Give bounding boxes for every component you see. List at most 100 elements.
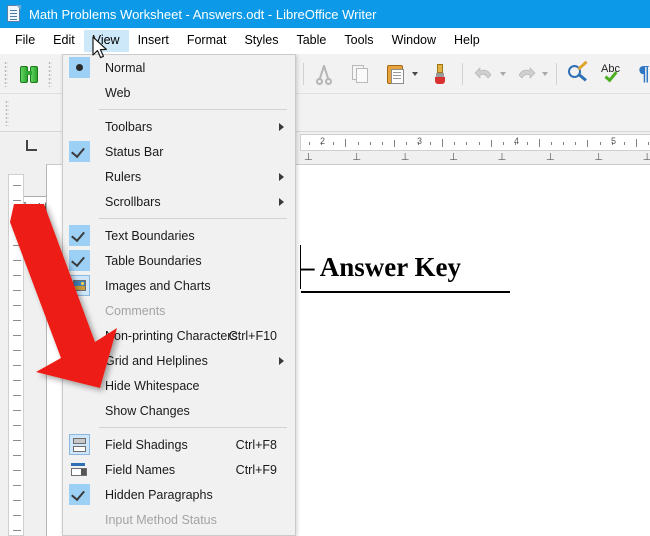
window-title: Math Problems Worksheet - Answers.odt - … — [29, 6, 377, 22]
vruler-tick — [13, 500, 21, 501]
menubar-item-file[interactable]: File — [6, 30, 44, 52]
submenu-arrow-icon — [279, 197, 284, 206]
menu-item-hidden-paragraphs[interactable]: Hidden Paragraphs — [63, 482, 295, 507]
libreoffice-writer-window: Math Problems Worksheet - Answers.odt - … — [0, 0, 650, 536]
menu-item-label: Web — [105, 85, 131, 100]
radio-checked — [69, 57, 90, 78]
ruler-tick — [490, 140, 492, 147]
formatting-marks-icon[interactable]: ¶ — [632, 62, 650, 86]
spelling-icon[interactable]: Abc — [600, 62, 624, 86]
field-names-icon — [69, 459, 90, 480]
menu-item-toolbars[interactable]: Toolbars — [63, 114, 295, 139]
ruler-tick — [333, 142, 335, 145]
tab-stop-selector[interactable] — [26, 140, 37, 151]
vruler-tick — [13, 515, 21, 516]
undo-icon[interactable] — [472, 62, 496, 86]
menu-item-label: Toolbars — [105, 119, 153, 134]
find-and-replace-icon[interactable] — [566, 60, 590, 86]
menu-item-label: Input Method Status — [105, 512, 217, 527]
vruler-tick — [13, 410, 21, 411]
ruler-tick — [345, 139, 347, 147]
tab-stop-marker[interactable]: ⊥ — [449, 152, 458, 163]
menu-item-web[interactable]: Web — [63, 80, 295, 105]
menu-item-field-names[interactable]: Field Names Ctrl+F9 — [63, 457, 295, 482]
vruler-tick — [13, 185, 21, 186]
ruler-tick — [575, 142, 577, 145]
ruler-tick — [466, 142, 468, 145]
menu-gutter — [69, 116, 90, 137]
menu-item-label: Normal — [105, 60, 146, 75]
tab-stop-marker[interactable]: ⊥ — [304, 152, 313, 163]
tab-stop-marker[interactable]: ⊥ — [546, 152, 555, 163]
ruler-tick — [393, 140, 395, 147]
menu-item-shortcut: Ctrl+F10 — [228, 328, 277, 343]
check — [69, 141, 90, 162]
paste-icon[interactable] — [384, 62, 408, 86]
ruler-tick — [587, 140, 589, 147]
menubar-item-help[interactable]: Help — [445, 30, 489, 52]
check — [69, 484, 90, 505]
ruler-tick — [623, 142, 625, 145]
ruler-tick — [478, 142, 480, 145]
formatbar-grip[interactable] — [5, 100, 9, 126]
menu-item-shortcut: Ctrl+F9 — [235, 462, 277, 477]
menu-item-label: Hidden Paragraphs — [105, 487, 213, 502]
menu-item-rulers[interactable]: Rulers — [63, 164, 295, 189]
menubar-item-format[interactable]: Format — [178, 30, 236, 52]
paste-dropdown-arrow[interactable] — [412, 72, 418, 76]
ruler-tick — [526, 142, 528, 145]
tab-stop-marker[interactable]: ⊥ — [401, 152, 410, 163]
redo-icon[interactable] — [514, 62, 538, 86]
clone-formatting-icon[interactable] — [428, 62, 452, 86]
menubar-item-tools[interactable]: Tools — [335, 30, 382, 52]
document-icon — [7, 5, 22, 23]
horizontal-ruler[interactable]: 2 3 4 5 — [300, 134, 650, 151]
toolbar-grip[interactable] — [4, 61, 8, 87]
menu-item-input-method-status: Input Method Status — [63, 507, 295, 532]
tab-stop-marker[interactable]: ⊥ — [498, 152, 507, 163]
ruler-tick — [405, 142, 407, 145]
ruler-tick — [502, 142, 504, 145]
menu-item-label: Rulers — [105, 169, 142, 184]
toolbar-grip-2[interactable] — [48, 61, 52, 87]
menu-gutter — [69, 400, 90, 421]
submenu-arrow-icon — [279, 122, 284, 131]
menu-item-show-changes[interactable]: Show Changes — [63, 398, 295, 423]
copy-icon[interactable] — [348, 62, 372, 86]
ruler-tick — [454, 142, 456, 145]
title-bar: Math Problems Worksheet - Answers.odt - … — [0, 0, 650, 28]
ruler-tick — [647, 142, 649, 145]
undo-dropdown-arrow[interactable] — [500, 72, 506, 76]
ruler-number: 3 — [417, 136, 423, 146]
menu-item-label: Field Shadings — [105, 437, 188, 452]
menubar-item-insert[interactable]: Insert — [129, 30, 178, 52]
ruler-number: 5 — [611, 136, 617, 146]
ruler-tick — [430, 142, 432, 145]
ruler-tick — [635, 139, 637, 147]
ruler-tick — [357, 142, 359, 145]
menubar-item-edit[interactable]: Edit — [44, 30, 84, 52]
menu-gutter — [69, 82, 90, 103]
menu-item-status-bar[interactable]: Status Bar — [63, 139, 295, 164]
cut-icon[interactable] — [312, 62, 336, 86]
redo-dropdown-arrow[interactable] — [542, 72, 548, 76]
tab-stop-marker[interactable]: ⊥ — [594, 152, 603, 163]
menu-separator — [99, 109, 287, 110]
tab-stop-marker[interactable]: ⊥ — [352, 152, 361, 163]
heading-underline — [301, 291, 510, 293]
menubar-item-window[interactable]: Window — [383, 30, 445, 52]
toolbar-separator — [303, 63, 304, 85]
menu-item-shortcut: Ctrl+F8 — [235, 437, 277, 452]
vruler-tick — [13, 425, 21, 426]
menu-gutter — [69, 166, 90, 187]
menu-item-field-shadings[interactable]: Field Shadings Ctrl+F8 — [63, 432, 295, 457]
tab-stop-marker[interactable]: ⊥ — [643, 152, 650, 163]
vruler-tick — [13, 455, 21, 456]
ruler-tick — [539, 139, 540, 147]
menubar-item-table[interactable]: Table — [287, 30, 335, 52]
annotation-arrow — [0, 200, 130, 400]
menubar-item-styles[interactable]: Styles — [235, 30, 287, 52]
ruler-tick — [599, 142, 601, 145]
toolbar-separator-2 — [462, 63, 463, 85]
binoculars-icon[interactable] — [18, 62, 42, 86]
